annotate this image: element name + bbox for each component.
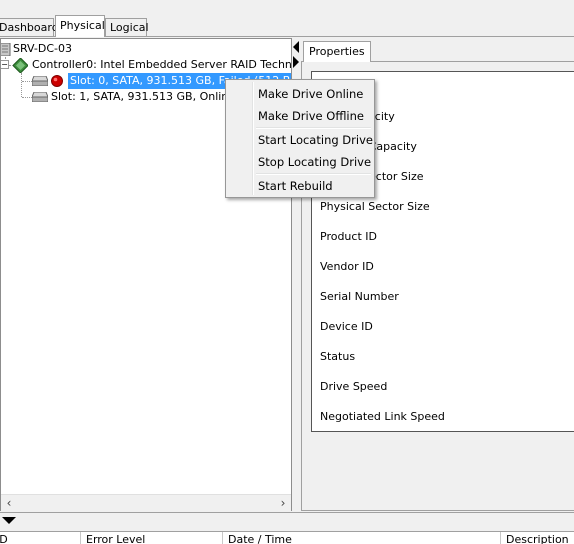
- scroll-left-arrow-icon[interactable]: ‹: [1, 495, 17, 511]
- tab-physical-label: Physical: [60, 19, 105, 32]
- expand-down-arrow-icon[interactable]: [2, 517, 16, 524]
- tree-node-controller-label: Controller0: Intel Embedded Server RAID …: [32, 58, 292, 71]
- property-status: Status: [320, 350, 356, 363]
- property-physical-sector-size: Physical Sector Size: [320, 200, 430, 213]
- bottom-panel-border: [0, 512, 574, 513]
- collapse-right-arrow-icon[interactable]: [293, 56, 299, 68]
- menu-item-make-drive-online[interactable]: Make Drive Online: [258, 87, 363, 101]
- menu-separator: [256, 127, 371, 129]
- column-divider: [80, 532, 81, 544]
- collapse-toggle-icon[interactable]: −: [1, 60, 9, 69]
- property-drive-speed: Drive Speed: [320, 380, 388, 393]
- column-header-error-level[interactable]: Error Level: [86, 533, 145, 544]
- column-divider: [500, 532, 501, 544]
- failed-status-icon: [51, 75, 63, 87]
- menu-item-stop-locating-drive[interactable]: Stop Locating Drive: [258, 155, 371, 169]
- tab-dashboard[interactable]: Dashboard: [0, 18, 59, 36]
- tab-logical[interactable]: Logical: [105, 18, 149, 36]
- collapse-left-arrow-icon[interactable]: [293, 41, 299, 53]
- event-log-table[interactable]: ID Error Level Date / Time Description: [0, 531, 574, 544]
- tree-node-server[interactable]: SRV-DC-03: [1, 41, 201, 57]
- property-serial-number: Serial Number: [320, 290, 399, 303]
- column-header-date-time[interactable]: Date / Time: [228, 533, 292, 544]
- menu-item-start-locating-drive[interactable]: Start Locating Drive: [258, 133, 373, 147]
- tab-physical[interactable]: Physical: [55, 15, 105, 37]
- tab-properties[interactable]: Properties: [303, 41, 371, 62]
- property-product-id: Product ID: [320, 230, 377, 243]
- menu-item-make-drive-offline[interactable]: Make Drive Offline: [258, 109, 364, 123]
- menu-item-start-rebuild[interactable]: Start Rebuild: [258, 179, 333, 193]
- hard-drive-icon: [32, 92, 48, 102]
- tree-node-controller[interactable]: − Controller0: Intel Embedded Server RAI…: [1, 57, 292, 73]
- scroll-right-arrow-icon[interactable]: ›: [275, 495, 291, 511]
- tree-horizontal-scrollbar[interactable]: ‹ ›: [1, 494, 291, 511]
- drive-context-menu: Make Drive Online Make Drive Offline Sta…: [225, 79, 375, 198]
- column-divider: [222, 532, 223, 544]
- column-header-description[interactable]: Description: [506, 533, 569, 544]
- menu-gutter: [252, 82, 254, 195]
- menu-separator: [256, 173, 371, 175]
- property-device-id: Device ID: [320, 320, 373, 333]
- tab-dashboard-label: Dashboard: [0, 21, 59, 34]
- tab-properties-label: Properties: [309, 45, 365, 58]
- column-header-id[interactable]: ID: [0, 533, 8, 544]
- tab-logical-label: Logical: [110, 21, 149, 34]
- property-vendor-id: Vendor ID: [320, 260, 374, 273]
- property-negotiated-link-speed: Negotiated Link Speed: [320, 410, 445, 423]
- tree-node-server-label: SRV-DC-03: [13, 42, 72, 55]
- controller-diamond-icon: [13, 58, 28, 73]
- server-icon: [1, 43, 11, 56]
- hard-drive-icon: [32, 76, 48, 86]
